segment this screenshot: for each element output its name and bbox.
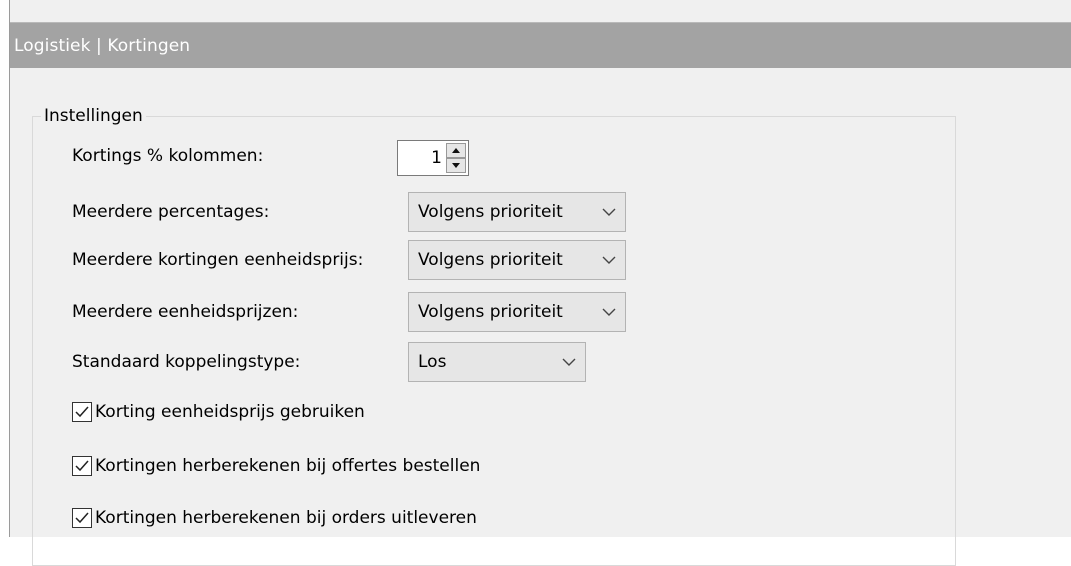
kortingen-herberekenen-offertes-checkbox[interactable]: Kortingen herberekenen bij offertes best… <box>72 452 480 480</box>
checkmark-icon <box>75 512 89 524</box>
meerdere-kortingen-eenheidsprijs-value: Volgens prioriteit <box>418 250 563 270</box>
meerdere-kortingen-eenheidsprijs-label: Meerdere kortingen eenheidsprijs: <box>72 250 364 270</box>
meerdere-kortingen-eenheidsprijs-select[interactable]: Volgens prioriteit <box>408 240 626 280</box>
meerdere-percentages-label: Meerdere percentages: <box>72 202 270 222</box>
chevron-down-icon <box>602 256 616 264</box>
meerdere-eenheidsprijzen-label: Meerdere eenheidsprijzen: <box>72 302 299 322</box>
chevron-down-icon <box>602 308 616 316</box>
kortings-kolommen-value[interactable]: 1 <box>398 141 446 175</box>
checkmark-icon <box>75 460 89 472</box>
arrow-up-icon <box>452 148 460 153</box>
checkbox-label: Kortingen herberekenen bij offertes best… <box>95 456 481 476</box>
standaard-koppelingstype-select[interactable]: Los <box>408 342 586 382</box>
checkbox-box[interactable] <box>72 402 92 422</box>
meerdere-percentages-select[interactable]: Volgens prioriteit <box>408 192 626 232</box>
checkbox-label: Kortingen herberekenen bij orders uitlev… <box>95 508 477 528</box>
arrow-down-icon <box>452 163 460 168</box>
checkbox-box[interactable] <box>72 508 92 528</box>
kortingen-herberekenen-orders-checkbox[interactable]: Kortingen herberekenen bij orders uitlev… <box>72 504 477 532</box>
title-bar: Logistiek | Kortingen <box>10 22 1071 68</box>
kortings-kolommen-spinner[interactable]: 1 <box>397 140 469 176</box>
meerdere-percentages-value: Volgens prioriteit <box>418 202 563 222</box>
spin-up-button[interactable] <box>446 143 466 158</box>
meerdere-eenheidsprijzen-value: Volgens prioriteit <box>418 302 563 322</box>
settings-group-label: Instellingen <box>44 106 143 126</box>
checkmark-icon <box>75 406 89 418</box>
chevron-down-icon <box>602 208 616 216</box>
settings-group: Instellingen <box>32 106 956 566</box>
kortings-kolommen-label: Kortings % kolommen: <box>72 146 264 166</box>
checkbox-label: Korting eenheidsprijs gebruiken <box>95 402 365 422</box>
meerdere-eenheidsprijzen-select[interactable]: Volgens prioriteit <box>408 292 626 332</box>
checkbox-box[interactable] <box>72 456 92 476</box>
standaard-koppelingstype-label: Standaard koppelingstype: <box>72 352 301 372</box>
korting-eenheidsprijs-gebruiken-checkbox[interactable]: Korting eenheidsprijs gebruiken <box>72 398 365 426</box>
spin-down-button[interactable] <box>446 158 466 173</box>
top-strip <box>10 0 1071 22</box>
window-title: Logistiek | Kortingen <box>14 35 191 56</box>
standaard-koppelingstype-value: Los <box>418 352 447 372</box>
chevron-down-icon <box>562 358 576 366</box>
